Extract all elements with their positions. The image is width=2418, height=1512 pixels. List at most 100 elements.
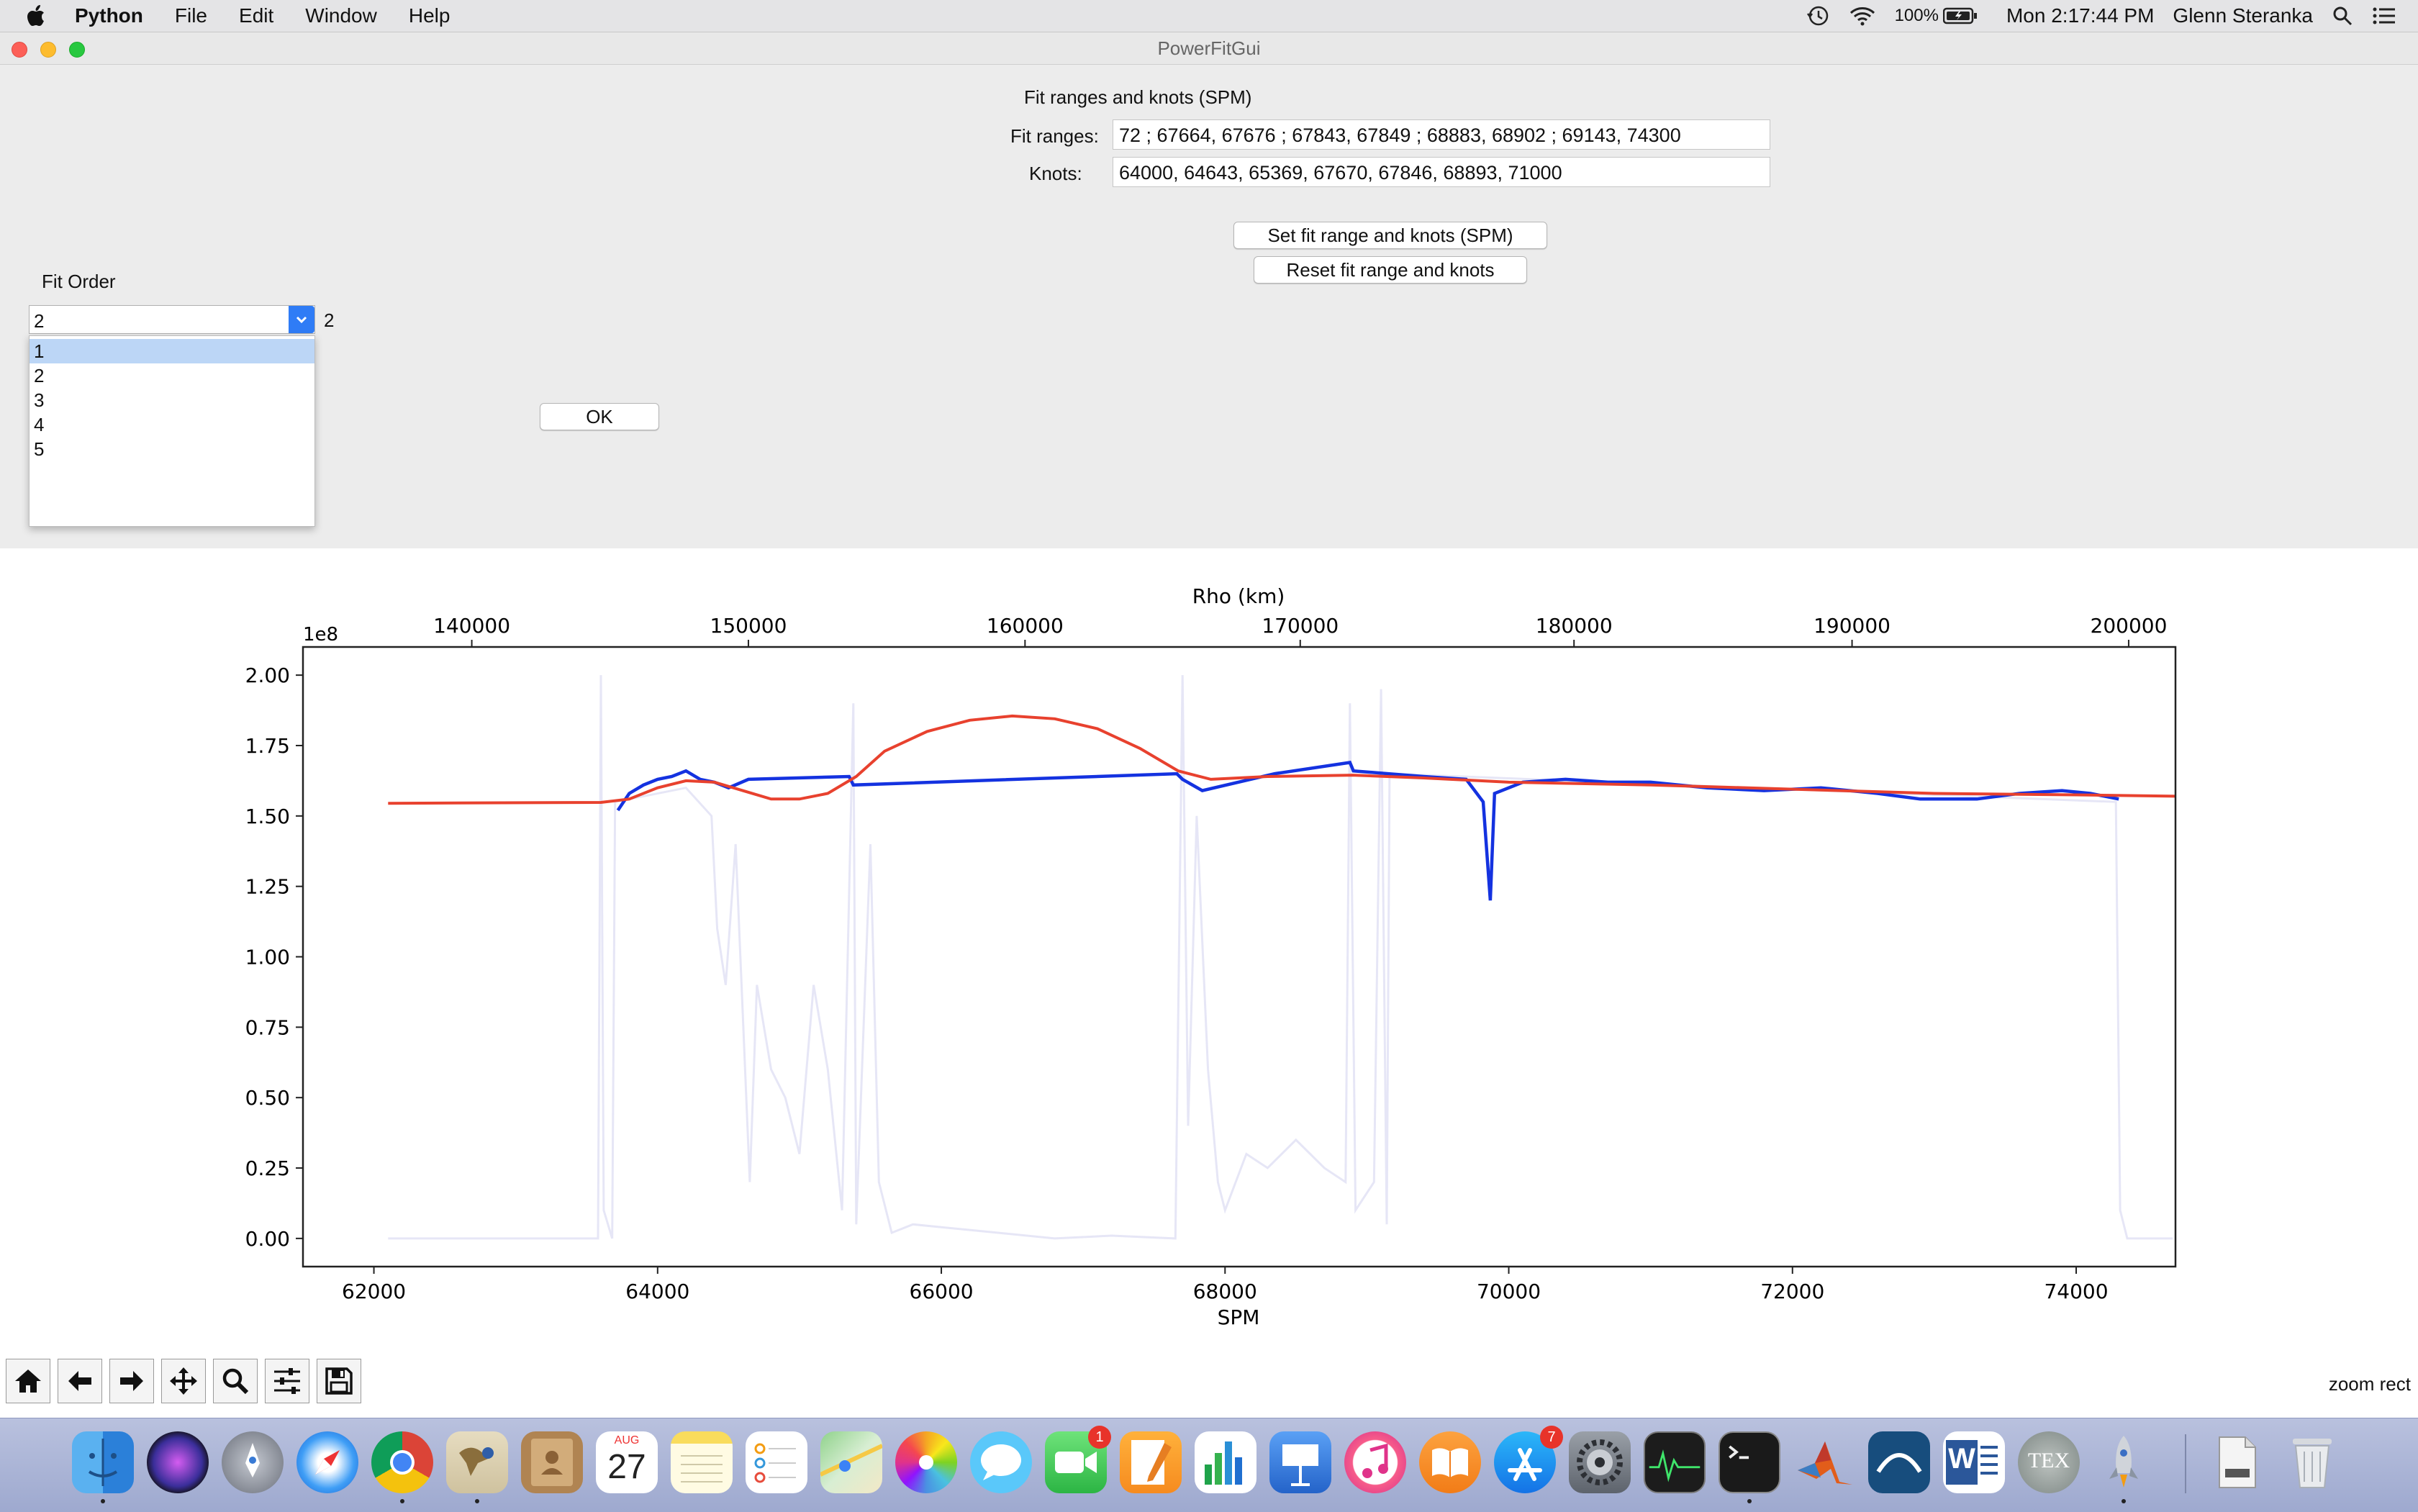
fit-order-option[interactable]: 1 xyxy=(30,339,314,363)
top-tick-label: 170000 xyxy=(1262,614,1339,638)
file-icon[interactable] xyxy=(2206,1431,2268,1493)
y-tick-label: 1.50 xyxy=(245,805,290,828)
minimize-window-button[interactable] xyxy=(40,42,56,58)
fit-ranges-input[interactable]: 72 ; 67664, 67676 ; 67843, 67849 ; 68883… xyxy=(1113,119,1770,150)
notification-center-icon[interactable] xyxy=(2372,6,2396,26)
calendar-day: 27 xyxy=(607,1448,646,1486)
y-tick-label: 0.25 xyxy=(245,1156,290,1180)
reset-fit-range-button[interactable]: Reset fit range and knots xyxy=(1254,256,1527,284)
knots-label: Knots: xyxy=(1029,163,1082,184)
calendar-icon[interactable]: AUG 27 xyxy=(596,1431,658,1493)
menu-window[interactable]: Window xyxy=(305,4,377,27)
menu-bar: Python File Edit Window Help 100% Mon 2:… xyxy=(0,0,2418,32)
user-name[interactable]: Glenn Steranka xyxy=(2173,4,2313,27)
menu-help[interactable]: Help xyxy=(409,4,450,27)
wifi-icon[interactable] xyxy=(1849,5,1876,27)
knots-input[interactable]: 64000, 64643, 65369, 67670, 67846, 68893… xyxy=(1113,157,1770,187)
fit-order-option[interactable]: 5 xyxy=(30,437,314,461)
fit-order-option[interactable]: 3 xyxy=(30,388,314,412)
forward-arrow-icon[interactable] xyxy=(109,1359,154,1403)
notes-icon[interactable] xyxy=(671,1431,733,1493)
window-titlebar: PowerFitGui xyxy=(0,32,2418,65)
xquartz-icon[interactable] xyxy=(1868,1431,1930,1493)
y-tick-label: 0.75 xyxy=(245,1015,290,1039)
fit-order-option[interactable]: 2 xyxy=(30,363,314,388)
zoom-window-button[interactable] xyxy=(69,42,85,58)
home-icon[interactable] xyxy=(6,1359,50,1403)
system-preferences-icon[interactable] xyxy=(1569,1431,1631,1493)
siri-icon[interactable] xyxy=(147,1431,209,1493)
dock: AUG 27 1 7 W TEX xyxy=(0,1418,2418,1512)
trash-icon[interactable] xyxy=(2281,1431,2343,1493)
maps-icon[interactable] xyxy=(819,1431,884,1493)
y-tick-label: 1.25 xyxy=(245,875,290,899)
toolbar-status: zoom rect xyxy=(2328,1373,2411,1395)
save-icon[interactable] xyxy=(317,1359,361,1403)
contacts-icon[interactable] xyxy=(521,1431,583,1493)
series-line-1 xyxy=(388,675,2173,1240)
chevron-down-icon[interactable] xyxy=(289,306,314,333)
appstore-badge: 7 xyxy=(1540,1426,1563,1449)
top-tick-label: 160000 xyxy=(987,614,1064,638)
y-tick-label: 0.50 xyxy=(245,1086,290,1110)
menu-edit[interactable]: Edit xyxy=(239,4,273,27)
menu-app-python[interactable]: Python xyxy=(75,4,143,27)
fit-order-option[interactable]: 4 xyxy=(30,412,314,437)
messages-icon[interactable] xyxy=(970,1431,1032,1493)
y-tick-label: 1.00 xyxy=(245,946,290,969)
x-tick-label: 64000 xyxy=(625,1280,689,1303)
top-tick-label: 140000 xyxy=(433,614,510,638)
launchpad-icon[interactable] xyxy=(222,1431,284,1493)
pan-icon[interactable] xyxy=(161,1359,206,1403)
y-tick-label: 0.00 xyxy=(245,1227,290,1251)
x-tick-label: 72000 xyxy=(1760,1280,1824,1303)
menu-file[interactable]: File xyxy=(175,4,207,27)
top-axis-label: Rho (km) xyxy=(1192,584,1285,608)
fit-ranges-heading: Fit ranges and knots (SPM) xyxy=(1024,86,1252,108)
fit-order-combobox[interactable]: 2 xyxy=(29,305,315,334)
x-tick-label: 74000 xyxy=(2044,1280,2108,1303)
top-tick-label: 180000 xyxy=(1536,614,1613,638)
safari-icon[interactable] xyxy=(296,1431,358,1493)
plot-canvas-area: 62000 64000 66000 68000 70000 72000 74000 1400… xyxy=(0,548,2418,1334)
fit-order-display: 2 xyxy=(324,309,335,331)
books-icon[interactable] xyxy=(1419,1431,1481,1493)
tex-icon[interactable]: TEX xyxy=(2018,1431,2080,1493)
matlab-icon[interactable] xyxy=(1793,1431,1855,1493)
spotlight-icon[interactable] xyxy=(2332,5,2353,27)
fit-plot[interactable]: 62000 64000 66000 68000 70000 72000 74000 1400… xyxy=(0,548,2418,1334)
finder-icon[interactable] xyxy=(72,1431,134,1493)
time-machine-icon[interactable] xyxy=(1806,4,1830,28)
ok-button[interactable]: OK xyxy=(540,403,659,430)
facetime-badge: 1 xyxy=(1088,1426,1111,1449)
mail-icon[interactable] xyxy=(446,1431,508,1493)
photos-icon[interactable] xyxy=(895,1431,957,1493)
reminders-icon[interactable] xyxy=(746,1431,807,1493)
fit-ranges-label: Fit ranges: xyxy=(1010,125,1099,147)
configure-subplots-icon[interactable] xyxy=(265,1359,309,1403)
pages-icon[interactable] xyxy=(1120,1431,1182,1493)
battery-icon[interactable] xyxy=(1942,7,1978,24)
word-icon[interactable]: W xyxy=(1943,1431,2005,1493)
rocket-icon[interactable] xyxy=(2093,1431,2155,1493)
clock[interactable]: Mon 2:17:44 PM xyxy=(2006,4,2154,27)
controls-panel: Fit ranges and knots (SPM) Fit ranges: 7… xyxy=(0,65,2418,548)
chrome-icon[interactable] xyxy=(371,1431,433,1493)
keynote-icon[interactable] xyxy=(1269,1431,1331,1493)
tex-label: TEX xyxy=(2027,1449,2070,1472)
y-multiplier: 1e8 xyxy=(303,624,338,646)
x-tick-label: 70000 xyxy=(1477,1280,1541,1303)
terminal-icon[interactable] xyxy=(1719,1431,1780,1493)
fit-order-label: Fit Order xyxy=(42,271,116,292)
back-arrow-icon[interactable] xyxy=(58,1359,102,1403)
numbers-icon[interactable] xyxy=(1195,1431,1256,1493)
zoom-icon[interactable] xyxy=(213,1359,258,1403)
set-fit-range-button[interactable]: Set fit range and knots (SPM) xyxy=(1233,222,1547,249)
close-window-button[interactable] xyxy=(12,42,27,58)
apple-icon[interactable] xyxy=(24,4,46,28)
y-tick-label: 1.75 xyxy=(245,734,290,758)
top-tick-label: 200000 xyxy=(2091,614,2168,638)
x-tick-label: 68000 xyxy=(1193,1280,1257,1303)
activity-monitor-icon[interactable] xyxy=(1644,1431,1706,1493)
itunes-icon[interactable] xyxy=(1344,1431,1406,1493)
